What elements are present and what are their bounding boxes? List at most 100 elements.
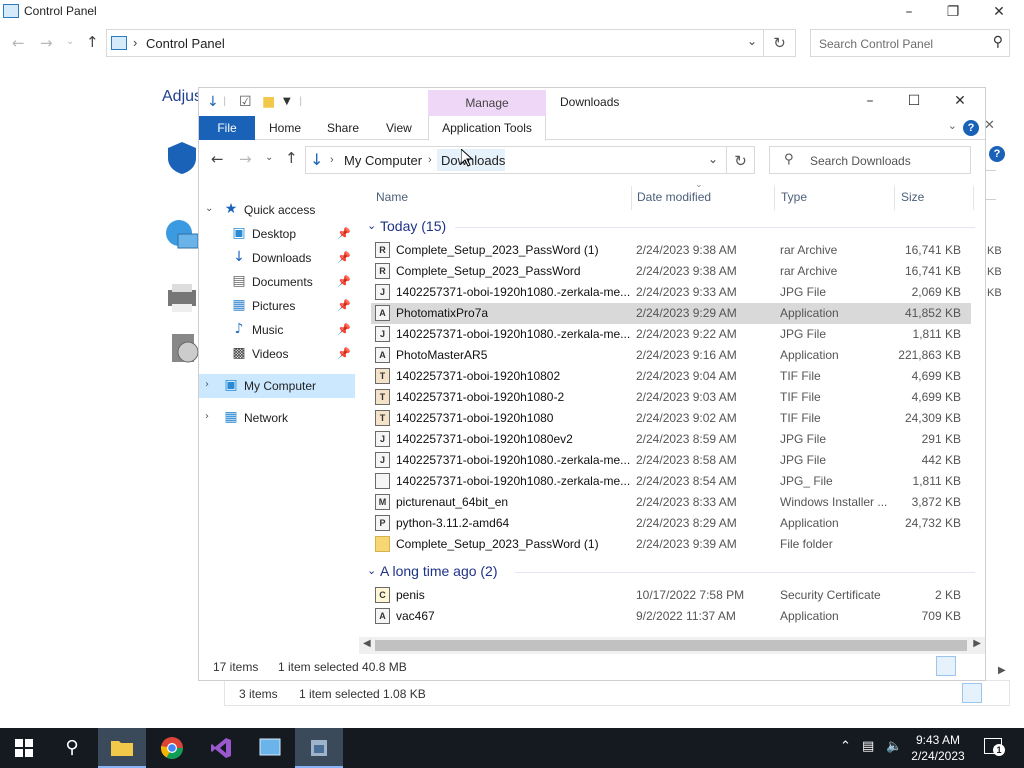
chevron-up-icon[interactable]: ⌃: [840, 739, 851, 754]
chevron-down-icon[interactable]: ⌄: [708, 152, 718, 166]
system-clock[interactable]: 9:43 AM 2/24/2023: [900, 732, 976, 764]
taskbar-chrome[interactable]: [148, 728, 196, 768]
scrollbar-thumb[interactable]: [375, 640, 967, 651]
file-row[interactable]: A PhotoMasterAR5 2/24/2023 9:16 AM Applicat…: [371, 345, 971, 366]
file-row[interactable]: Ppython-3.11.2-amd64 2/24/2023 8:29 AM App…: [371, 513, 971, 534]
manage-contextual-tab[interactable]: Manage: [428, 90, 546, 116]
help-icon[interactable]: ?: [963, 120, 979, 136]
search-button[interactable]: ⚲: [48, 728, 96, 768]
pin-icon[interactable]: 📌: [337, 275, 351, 288]
recent-dropdown-icon[interactable]: ⌄: [265, 152, 273, 163]
taskbar-control-panel[interactable]: [246, 728, 294, 768]
file-row[interactable]: J 1402257371-oboi-1920h1080.-zerkala-me..…: [371, 282, 971, 303]
restore-button[interactable]: ❐: [930, 0, 976, 24]
pin-icon[interactable]: 📌: [337, 299, 351, 312]
refresh-icon[interactable]: ↻: [763, 30, 795, 56]
tab-home[interactable]: Home: [269, 116, 301, 140]
up-arrow-icon[interactable]: ↑: [285, 149, 298, 167]
nav-documents[interactable]: ▤ Documents 📌: [199, 270, 355, 294]
up-arrow-icon[interactable]: ↑: [86, 33, 99, 51]
control-panel-address-bar[interactable]: › Control Panel ⌄ ↻: [106, 29, 796, 57]
forward-arrow-icon[interactable]: →: [40, 34, 53, 52]
large-icons-view-button[interactable]: [959, 656, 979, 676]
nav-my-computer[interactable]: › ▣ My Computer: [199, 374, 355, 398]
file-row[interactable]: T 1402257371-oboi-1920h10802 2/24/2023 9:0…: [371, 366, 971, 387]
file-row[interactable]: Cpenis 10/17/2022 7:58 PM Security Certifi…: [371, 585, 971, 606]
devices-printer-icon[interactable]: [164, 280, 200, 316]
file-row[interactable]: T 1402257371-oboi-1920h1080 2/24/2023 9:02…: [371, 408, 971, 429]
properties-check-icon[interactable]: ☑: [239, 94, 252, 110]
group-header[interactable]: ⌄ A long time ago (2): [365, 561, 975, 583]
maximize-button[interactable]: ☐: [891, 88, 937, 114]
customize-toolbar-icon[interactable]: ▼: [283, 96, 291, 107]
recent-dropdown-icon[interactable]: ⌄: [66, 36, 74, 47]
notification-icon[interactable]: 1: [984, 738, 1005, 756]
nav-videos[interactable]: ▩ Videos 📌: [199, 342, 355, 366]
nav-desktop[interactable]: ▣ Desktop 📌: [199, 222, 355, 246]
details-view-button[interactable]: [962, 683, 982, 703]
taskbar-visual-studio[interactable]: [197, 728, 245, 768]
breadcrumb-downloads[interactable]: Downloads: [441, 153, 505, 168]
back-arrow-icon[interactable]: ←: [211, 150, 224, 168]
file-row[interactable]: J 1402257371-oboi-1920h1080ev2 2/24/2023 8…: [371, 429, 971, 450]
start-button[interactable]: [0, 728, 48, 768]
file-row[interactable]: J 1402257371-oboi-1920h1080.-zerkala-me..…: [371, 450, 971, 471]
column-name[interactable]: Name: [376, 190, 408, 204]
file-row[interactable]: A PhotomatixPro7a 2/24/2023 9:29 AM Applica…: [371, 303, 971, 324]
nav-music[interactable]: ♪ Music 📌: [199, 318, 355, 342]
chevron-down-icon[interactable]: ⌄: [367, 564, 376, 577]
network-globe-icon[interactable]: [164, 218, 200, 254]
file-row[interactable]: J 1402257371-oboi-1920h1080.-zerkala-me..…: [371, 324, 971, 345]
taskbar-installer[interactable]: [295, 728, 343, 768]
column-type[interactable]: Type: [781, 190, 807, 204]
chevron-down-icon[interactable]: ⌄: [205, 203, 213, 214]
tab-application-tools[interactable]: Application Tools: [428, 116, 546, 141]
nav-downloads[interactable]: ↓ Downloads 📌: [199, 246, 355, 270]
group-header[interactable]: ⌄ Today (15): [365, 216, 975, 238]
column-divider[interactable]: [973, 186, 974, 210]
pin-icon[interactable]: 📌: [337, 347, 351, 360]
taskbar-file-explorer[interactable]: [98, 728, 146, 768]
pin-icon[interactable]: 📌: [337, 323, 351, 336]
close-button[interactable]: ✕: [976, 0, 1022, 24]
pin-icon[interactable]: 📌: [337, 251, 351, 264]
file-row[interactable]: Avac467 9/2/2022 11:37 AM Application 709 K…: [371, 606, 971, 627]
downloads-search-input[interactable]: ⚲ Search Downloads: [769, 146, 971, 174]
tab-file[interactable]: File: [199, 116, 255, 140]
file-row[interactable]: R Complete_Setup_2023_PassWord (1) 2/24/20…: [371, 240, 971, 261]
column-divider[interactable]: [631, 186, 632, 210]
network-tray-icon[interactable]: ▤: [862, 739, 874, 754]
scroll-left-arrow-icon[interactable]: ◀: [363, 638, 371, 649]
scroll-right-arrow-icon[interactable]: ▶: [998, 665, 1006, 676]
tab-view[interactable]: View: [386, 116, 412, 140]
forward-arrow-icon[interactable]: →: [239, 150, 252, 168]
column-date-modified[interactable]: Date modified: [637, 190, 711, 204]
chevron-down-icon[interactable]: ⌄: [747, 34, 757, 48]
file-row[interactable]: 1402257371-oboi-1920h1080.-zerkala-me...…: [371, 471, 971, 492]
chevron-right-icon[interactable]: ›: [205, 379, 209, 390]
column-divider[interactable]: [774, 186, 775, 210]
chevron-right-icon[interactable]: ›: [205, 411, 209, 422]
column-divider[interactable]: [894, 186, 895, 210]
nav-pictures[interactable]: ▦ Pictures 📌: [199, 294, 355, 318]
details-view-button[interactable]: [936, 656, 956, 676]
minimize-button[interactable]: –: [886, 0, 932, 24]
chevron-down-icon[interactable]: ⌄: [367, 219, 376, 232]
back-arrow-icon[interactable]: ←: [12, 34, 25, 52]
horizontal-scrollbar[interactable]: ◀ ▶: [359, 637, 985, 654]
file-row[interactable]: Mpicturenaut_64bit_en 2/24/2023 8:33 AM Wi…: [371, 492, 971, 513]
file-row[interactable]: Complete_Setup_2023_PassWord (1) 2/24/202…: [371, 534, 971, 555]
pin-icon[interactable]: 📌: [337, 227, 351, 240]
nav-network[interactable]: › ▦ Network: [199, 406, 355, 430]
refresh-icon[interactable]: ↻: [727, 146, 755, 174]
security-shield-icon[interactable]: [164, 140, 200, 176]
explorer-address-bar[interactable]: ↓ › My Computer › Downloads ⌄: [305, 146, 727, 174]
chevron-down-icon[interactable]: ⌄: [948, 119, 957, 132]
file-row[interactable]: R Complete_Setup_2023_PassWord 2/24/2023 9…: [371, 261, 971, 282]
close-button[interactable]: ✕: [937, 88, 983, 114]
help-icon[interactable]: ?: [989, 146, 1005, 162]
minimize-button[interactable]: –: [847, 88, 893, 114]
close-icon[interactable]: ✕: [984, 118, 995, 133]
large-icons-view-button[interactable]: [985, 683, 1005, 703]
new-folder-icon[interactable]: ■: [262, 94, 275, 110]
